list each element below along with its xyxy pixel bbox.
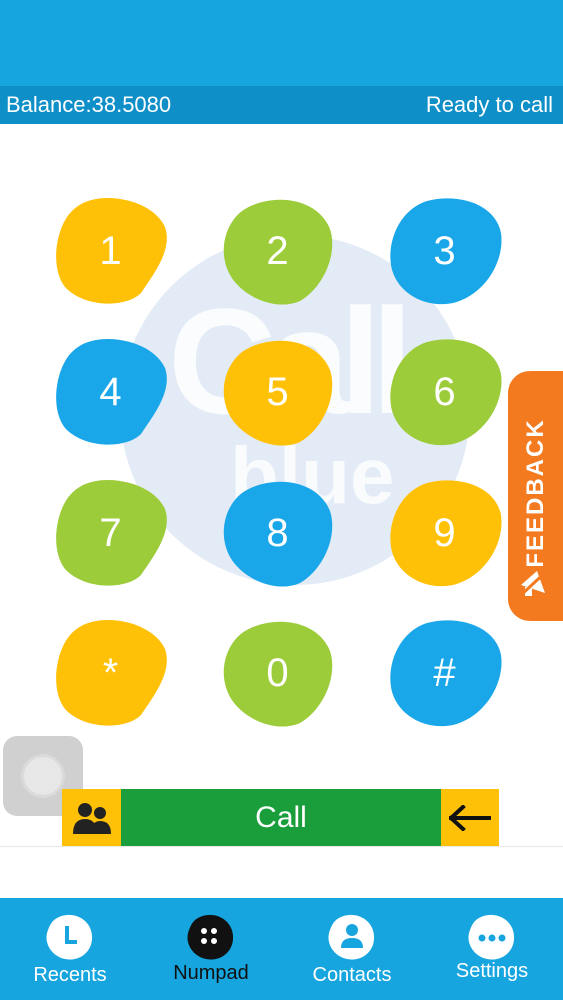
- assistive-touch-knob: [21, 754, 65, 798]
- key-label: 6: [433, 369, 456, 414]
- call-bar: Call: [62, 789, 499, 847]
- call-button[interactable]: Call: [121, 789, 441, 847]
- balance-text: Balance:38.5080: [6, 92, 172, 117]
- megaphone-icon: [518, 566, 552, 598]
- key-label: #: [433, 650, 456, 695]
- key-0[interactable]: 0: [220, 617, 335, 729]
- key-5[interactable]: 5: [220, 336, 335, 448]
- key-label: 2: [266, 228, 289, 273]
- divider: [0, 846, 563, 847]
- key-hash[interactable]: #: [387, 617, 502, 729]
- key-6[interactable]: 6: [387, 336, 502, 448]
- key-label: *: [102, 650, 119, 695]
- clock-icon: [46, 914, 93, 960]
- key-2[interactable]: 2: [220, 195, 335, 307]
- status-bar: Balance:38.5080 Ready to call: [0, 86, 563, 124]
- key-8[interactable]: 8: [220, 477, 335, 589]
- key-label: 3: [433, 228, 456, 273]
- call-status-text: Ready to call: [425, 92, 553, 117]
- key-label: 8: [266, 510, 289, 555]
- key-4[interactable]: 4: [53, 336, 168, 448]
- tab-label: Settings: [455, 960, 529, 982]
- tab-label: Recents: [33, 964, 107, 986]
- app-header: [0, 0, 563, 86]
- key-3[interactable]: 3: [387, 195, 502, 307]
- tab-label: Contacts: [312, 964, 392, 986]
- more-icon: [468, 914, 515, 960]
- arrow-left-icon: [449, 805, 491, 831]
- contacts-picker-button[interactable]: [62, 789, 121, 847]
- key-1[interactable]: 1: [53, 195, 168, 307]
- person-icon: [328, 914, 375, 960]
- key-label: 0: [266, 650, 289, 695]
- key-7[interactable]: 7: [53, 477, 168, 589]
- tab-settings[interactable]: Settings: [422, 898, 562, 1000]
- key-label: 9: [433, 510, 456, 555]
- backspace-button[interactable]: [441, 789, 499, 847]
- dialpad-icon: [187, 914, 234, 960]
- feedback-tab[interactable]: FEEDBACK: [508, 371, 563, 621]
- tab-contacts[interactable]: Contacts: [282, 898, 422, 1000]
- key-label: 5: [266, 369, 289, 414]
- key-9[interactable]: 9: [387, 477, 502, 589]
- key-star[interactable]: *: [53, 617, 168, 729]
- key-label: 4: [99, 369, 122, 414]
- key-label: 1: [99, 228, 122, 273]
- bottom-tab-bar: Recents Numpad Contacts Settings: [0, 898, 563, 1000]
- tab-label: Numpad: [173, 962, 249, 984]
- tab-recents[interactable]: Recents: [0, 898, 140, 1000]
- tab-numpad[interactable]: Numpad: [141, 898, 281, 1000]
- people-icon: [72, 803, 111, 834]
- key-label: 7: [99, 510, 122, 555]
